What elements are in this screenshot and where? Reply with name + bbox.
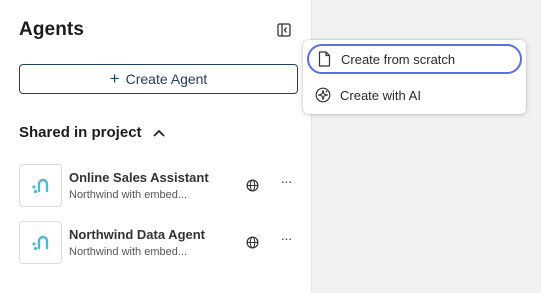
agent-description: Northwind with embed... (69, 246, 187, 258)
menu-item-create-with-ai[interactable]: Create with AI (307, 80, 522, 110)
agent-name: Northwind Data Agent (69, 227, 206, 242)
plus-icon: + (109, 69, 120, 88)
ai-sparkle-icon (315, 87, 331, 103)
agents-panel: Agents + Create Agent Shared in project … (0, 0, 312, 293)
section-title: Shared in project (19, 124, 142, 141)
agent-logo-icon (31, 235, 48, 250)
agent-description: Northwind with embed... (69, 189, 187, 201)
create-agent-menu: Create from scratch Create with AI (303, 40, 526, 114)
menu-item-label: Create from scratch (341, 51, 456, 67)
agent-list-item[interactable]: Northwind Data Agent Northwind with embe… (19, 221, 299, 265)
agent-avatar (19, 221, 62, 264)
create-agent-label: Create Agent (125, 71, 208, 87)
more-options-icon[interactable]: ··· (278, 173, 294, 193)
document-icon (316, 51, 332, 67)
collapse-panel-icon (277, 23, 291, 37)
panel-title: Agents (19, 19, 84, 40)
agent-avatar (19, 164, 62, 207)
menu-item-label: Create with AI (340, 87, 421, 103)
collapse-panel-button[interactable] (276, 22, 292, 38)
more-options-icon[interactable]: ··· (278, 230, 294, 250)
create-agent-button[interactable]: + Create Agent (19, 64, 298, 94)
agent-name: Online Sales Assistant (69, 170, 209, 185)
globe-icon (246, 236, 259, 249)
shared-in-project-toggle[interactable]: Shared in project (19, 124, 166, 141)
globe-icon (246, 179, 259, 192)
chevron-up-icon (152, 129, 165, 137)
menu-item-create-from-scratch[interactable]: Create from scratch (307, 44, 522, 74)
agent-logo-icon (31, 178, 48, 193)
agent-list-item[interactable]: Online Sales Assistant Northwind with em… (19, 164, 299, 208)
